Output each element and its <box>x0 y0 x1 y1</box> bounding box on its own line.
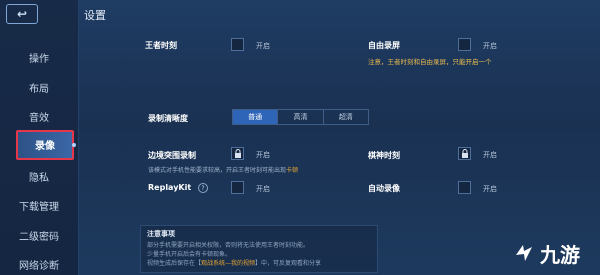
auto-record-label: 自动录像 <box>368 184 400 193</box>
replaykit-option-text: 开启 <box>256 185 270 193</box>
clarity-option-uhd[interactable]: 超清 <box>324 110 368 124</box>
auto-record-checkbox[interactable] <box>458 181 471 194</box>
replaykit-label: ReplayKit <box>148 183 192 192</box>
king-moment-option-text: 开启 <box>256 42 270 50</box>
clarity-segmented-control: 普通 高清 超清 <box>232 109 369 125</box>
replaykit-checkbox[interactable] <box>231 181 244 194</box>
lock-icon <box>461 149 468 158</box>
sidebar-item-sound[interactable]: 音效 <box>0 109 78 124</box>
sidebar: ↩ 操作 布局 音效 录像 隐私 下载管理 二级密码 网络诊断 <box>0 0 79 275</box>
edge-breakout-lock[interactable] <box>231 147 244 160</box>
notice-line: 部分手机需要开启相关权限，否则将无法使用王者时刻功能。 <box>147 242 310 249</box>
free-record-note-prefix: 注意，王者时刻和自由录屏， <box>368 58 453 66</box>
clarity-label: 录制清晰度 <box>148 114 188 123</box>
chess-moment-label: 棋神时刻 <box>368 151 400 160</box>
auto-record-option-text: 开启 <box>483 185 497 193</box>
clarity-option-hd[interactable]: 高清 <box>278 110 324 124</box>
help-icon[interactable]: ? <box>198 183 208 193</box>
page-title: 设置 <box>84 9 106 22</box>
watermark-text: 九游 <box>540 242 580 267</box>
sidebar-item-network-diagnosis[interactable]: 网络诊断 <box>0 257 78 272</box>
jiuyou-logo-icon <box>516 245 532 261</box>
edge-breakout-label: 边境突围录制 <box>148 151 196 160</box>
notice-title: 注意事项 <box>147 230 175 238</box>
free-record-note: 注意，王者时刻和自由录屏，只能开启一个 <box>368 56 492 66</box>
free-record-note-highlight: 只能开启一个 <box>452 58 492 66</box>
edge-breakout-hint-warn: 卡顿 <box>286 167 299 174</box>
edge-breakout-hint: 该模式对手机性能要求较高，开启王者时刻可能出现卡顿 <box>148 165 298 174</box>
notice-line: 少量手机开启后会有卡顿现象。 <box>147 251 232 258</box>
sidebar-item-controls[interactable]: 操作 <box>0 50 78 65</box>
free-record-checkbox[interactable] <box>458 38 471 51</box>
edge-breakout-option-text: 开启 <box>256 151 270 159</box>
king-moment-checkbox[interactable] <box>231 38 244 51</box>
notice-line-suffix: 】中，可反复观看和分享 <box>255 260 322 267</box>
sidebar-item-downloads[interactable]: 下载管理 <box>0 198 78 213</box>
notice-line-highlight: 观战系统—我的视频 <box>201 260 256 267</box>
back-button[interactable]: ↩ <box>6 4 38 24</box>
sidebar-item-secondary-password[interactable]: 二级密码 <box>0 228 78 243</box>
notice-panel: 注意事项 部分手机需要开启相关权限，否则将无法使用王者时刻功能。 少量手机开启后… <box>140 225 378 273</box>
sidebar-item-recording[interactable]: 录像 <box>16 130 76 160</box>
clarity-option-normal[interactable]: 普通 <box>233 110 279 124</box>
edge-breakout-hint-prefix: 该模式对手机性能要求较高，开启王者时刻可能出现 <box>148 167 287 174</box>
watermark: 九游 <box>512 236 596 270</box>
chess-moment-option-text: 开启 <box>483 151 497 159</box>
back-arrow-icon: ↩ <box>16 7 28 21</box>
king-moment-label: 王者时刻 <box>145 41 177 50</box>
notice-line-prefix: 视频生成后保存在【 <box>147 260 202 267</box>
sidebar-item-privacy[interactable]: 隐私 <box>0 169 78 184</box>
notice-line: 视频生成后保存在【观战系统—我的视频】中，可反复观看和分享 <box>147 258 321 267</box>
free-record-option-text: 开启 <box>483 42 497 50</box>
free-record-label: 自由录屏 <box>368 41 400 50</box>
sidebar-item-layout[interactable]: 布局 <box>0 80 78 95</box>
lock-icon <box>234 149 241 158</box>
chess-moment-lock[interactable] <box>458 147 471 160</box>
